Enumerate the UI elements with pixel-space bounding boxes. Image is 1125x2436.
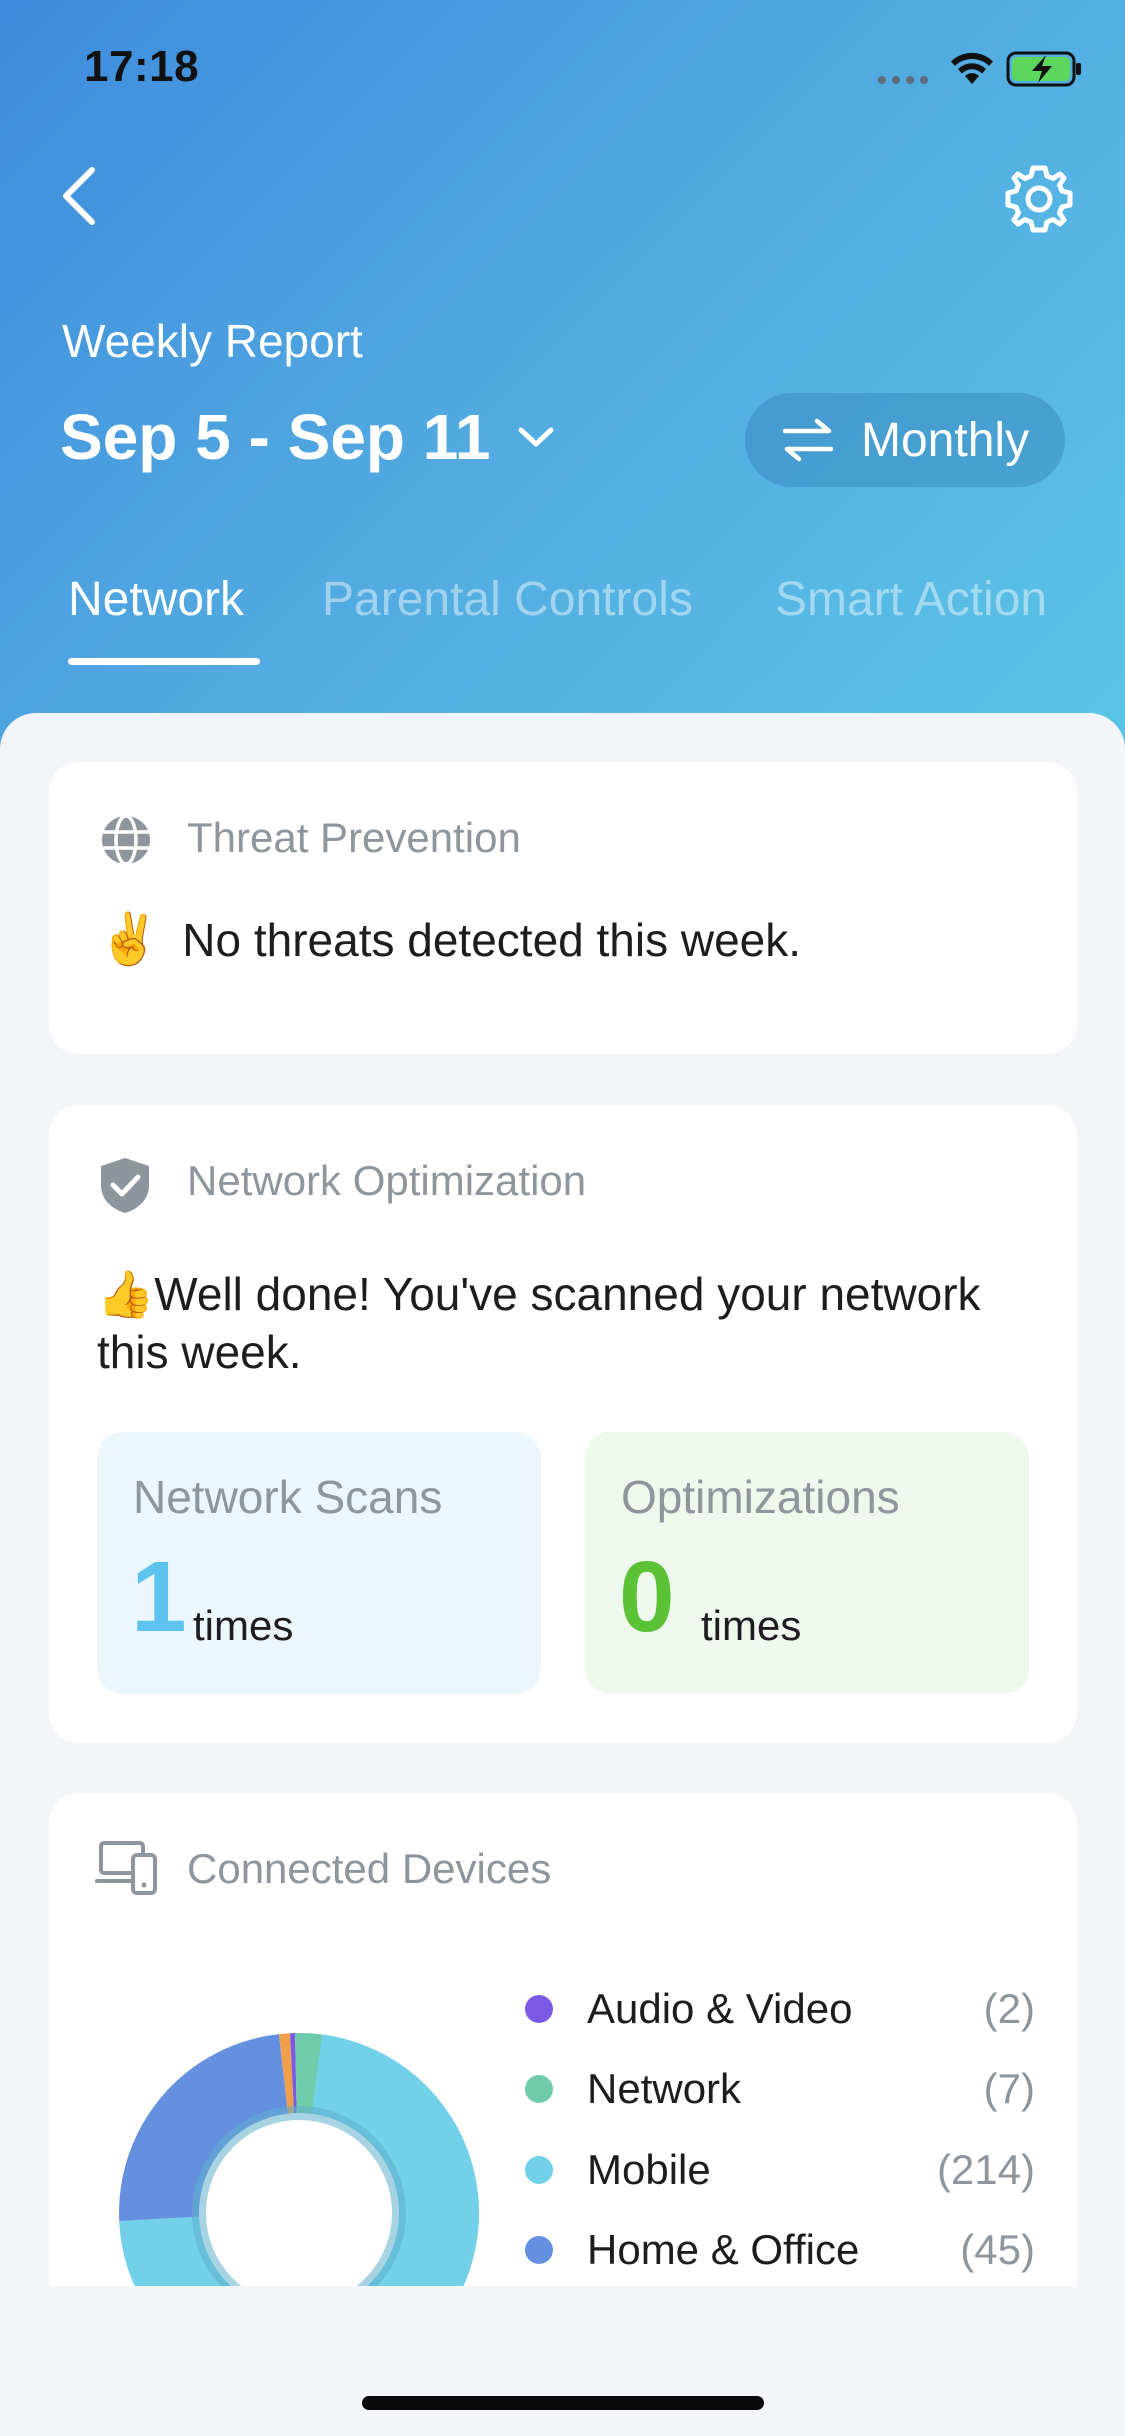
- legend-count: (45): [960, 2226, 1035, 2273]
- cellular-signal-icon: [878, 76, 928, 84]
- stat-label: Network Scans: [133, 1471, 443, 1523]
- card-title: Threat Prevention: [187, 814, 521, 861]
- tab-smart-action[interactable]: Smart Action: [775, 572, 1047, 627]
- card-title: Network Optimization: [187, 1157, 587, 1204]
- monthly-toggle-button[interactable]: Monthly: [745, 393, 1065, 487]
- victory-hand-emoji: ✌️: [98, 911, 161, 967]
- legend-count: (2): [983, 1985, 1035, 2032]
- back-chevron-icon[interactable]: [56, 160, 104, 232]
- legend-name: Audio & Video: [587, 1985, 853, 2032]
- report-header: [0, 0, 1125, 760]
- legend-name: Network: [587, 2065, 742, 2112]
- report-type-label: Weekly Report: [62, 315, 363, 367]
- network-optimization-card[interactable]: Network Optimization 👍Well done! You've …: [49, 1105, 1077, 1743]
- status-time: 17:18: [84, 42, 200, 91]
- stat-unit: times: [701, 1602, 802, 1649]
- app-screen: 17:18 Weekly Report Sep 5 - Sep 11 Month…: [0, 0, 1125, 2436]
- threat-prevention-card[interactable]: Threat Prevention ✌️ No threats detected…: [49, 762, 1077, 1054]
- card-title: Connected Devices: [187, 1845, 552, 1892]
- stat-value: 0: [619, 1541, 675, 1653]
- legend-name: Home & Office: [587, 2226, 860, 2273]
- legend-dot: [525, 1995, 553, 2023]
- bottom-safe-area: [0, 2286, 1125, 2436]
- legend-item: Mobile (214): [525, 2140, 1035, 2200]
- legend-name: Mobile: [587, 2146, 711, 2193]
- wifi-icon: [951, 52, 993, 84]
- tab-network[interactable]: Network: [68, 572, 244, 627]
- threat-message: No threats detected this week.: [182, 913, 802, 966]
- legend-dot: [525, 2236, 553, 2264]
- date-range-text: Sep 5 - Sep 11: [60, 401, 491, 473]
- thumbs-up-emoji: 👍: [97, 1268, 155, 1320]
- tab-parental-controls[interactable]: Parental Controls: [322, 572, 693, 627]
- swap-arrows-icon: [782, 418, 834, 462]
- legend-count: (214): [936, 2146, 1035, 2193]
- legend-count: (7): [983, 2065, 1035, 2112]
- legend-item: Home & Office (45): [525, 2220, 1035, 2280]
- legend-item: Network (7): [525, 2059, 1035, 2119]
- date-range-selector[interactable]: Sep 5 - Sep 11: [60, 400, 556, 474]
- monthly-toggle-label: Monthly: [861, 413, 1030, 467]
- globe-icon: [102, 814, 150, 866]
- gear-icon[interactable]: [1002, 162, 1076, 236]
- devices-icon: [95, 1841, 157, 1895]
- legend-item: Audio & Video (2): [525, 1979, 1035, 2039]
- home-indicator[interactable]: [362, 2396, 764, 2410]
- shield-check-icon: [101, 1158, 149, 1213]
- active-tab-indicator: [68, 658, 260, 665]
- chevron-down-icon: [518, 427, 554, 447]
- donut-hole: [221, 2135, 377, 2291]
- stat-unit: times: [193, 1602, 294, 1649]
- battery-charging-icon: [1006, 51, 1081, 87]
- legend-dot: [525, 2156, 553, 2184]
- optimizations-stat: Optimizations 0 times: [585, 1432, 1029, 1694]
- stat-value: 1: [131, 1541, 187, 1653]
- legend-dot: [525, 2075, 553, 2103]
- network-scans-stat: Network Scans 1 times: [97, 1432, 541, 1694]
- optimization-message: 👍Well done! You've scanned your network …: [97, 1265, 997, 1381]
- threat-message-row: ✌️ No threats detected this week.: [98, 910, 801, 969]
- stat-label: Optimizations: [621, 1471, 900, 1523]
- optimization-message-text: Well done! You've scanned your network t…: [97, 1268, 981, 1378]
